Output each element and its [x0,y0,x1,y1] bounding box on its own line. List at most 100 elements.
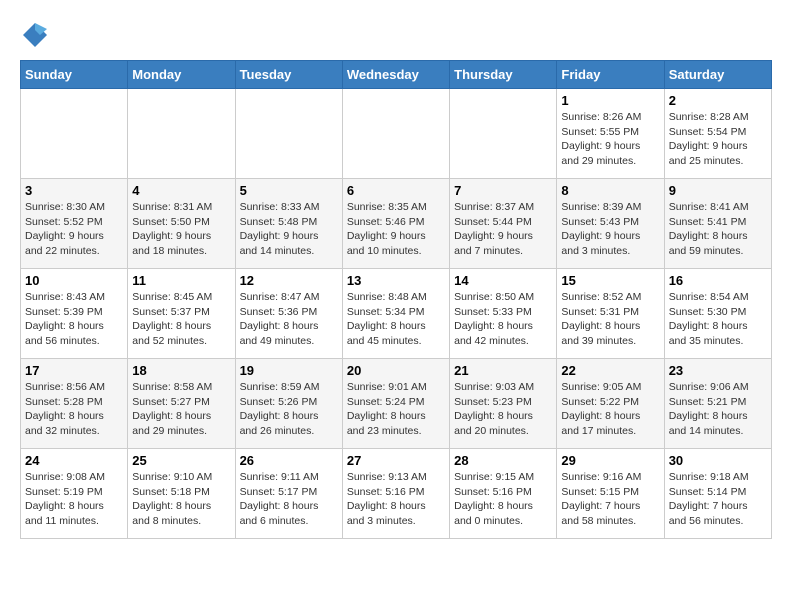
day-number: 10 [25,273,123,288]
day-number: 16 [669,273,767,288]
day-number: 20 [347,363,445,378]
day-info: Sunrise: 8:56 AMSunset: 5:28 PMDaylight:… [25,380,123,439]
calendar-cell: 4 Sunrise: 8:31 AMSunset: 5:50 PMDaylight… [128,179,235,269]
day-number: 6 [347,183,445,198]
calendar-cell: 25 Sunrise: 9:10 AMSunset: 5:18 PMDayligh… [128,449,235,539]
calendar-cell [450,89,557,179]
calendar: SundayMondayTuesdayWednesdayThursdayFrid… [20,60,772,539]
day-number: 26 [240,453,338,468]
calendar-cell: 27Sunrise: 9:13 AMSunset: 5:16 PMDayligh… [342,449,449,539]
calendar-cell: 18 Sunrise: 8:58 AMSunset: 5:27 PMDayligh… [128,359,235,449]
day-number: 28 [454,453,552,468]
day-info: Sunrise: 9:08 AMSunset: 5:19 PMDaylight:… [25,470,123,529]
weekday-header: Sunday [21,61,128,89]
calendar-cell [235,89,342,179]
calendar-cell: 15 Sunrise: 8:52 AMSunset: 5:31 PMDayligh… [557,269,664,359]
day-number: 24 [25,453,123,468]
day-number: 15 [561,273,659,288]
calendar-cell: 21Sunrise: 9:03 AMSunset: 5:23 PMDayligh… [450,359,557,449]
day-number: 12 [240,273,338,288]
calendar-cell: 28 Sunrise: 9:15 AMSunset: 5:16 PMDayligh… [450,449,557,539]
day-info: Sunrise: 9:10 AMSunset: 5:18 PMDaylight:… [132,470,230,529]
weekday-row: SundayMondayTuesdayWednesdayThursdayFrid… [21,61,772,89]
day-number: 1 [561,93,659,108]
weekday-header: Monday [128,61,235,89]
calendar-cell: 11 Sunrise: 8:45 AMSunset: 5:37 PMDayligh… [128,269,235,359]
day-number: 22 [561,363,659,378]
day-info: Sunrise: 8:43 AMSunset: 5:39 PMDaylight:… [25,290,123,349]
day-number: 14 [454,273,552,288]
logo-icon [20,20,50,50]
calendar-cell [21,89,128,179]
day-info: Sunrise: 8:39 AMSunset: 5:43 PMDaylight:… [561,200,659,259]
day-info: Sunrise: 9:15 AMSunset: 5:16 PMDaylight:… [454,470,552,529]
day-info: Sunrise: 8:58 AMSunset: 5:27 PMDaylight:… [132,380,230,439]
weekday-header: Thursday [450,61,557,89]
day-info: Sunrise: 8:52 AMSunset: 5:31 PMDaylight:… [561,290,659,349]
day-number: 18 [132,363,230,378]
calendar-cell: 12 Sunrise: 8:47 AMSunset: 5:36 PMDayligh… [235,269,342,359]
day-info: Sunrise: 8:30 AMSunset: 5:52 PMDaylight:… [25,200,123,259]
calendar-week-row: 24 Sunrise: 9:08 AMSunset: 5:19 PMDayligh… [21,449,772,539]
calendar-cell: 29 Sunrise: 9:16 AMSunset: 5:15 PMDayligh… [557,449,664,539]
weekday-header: Saturday [664,61,771,89]
day-number: 27 [347,453,445,468]
calendar-cell: 5Sunrise: 8:33 AMSunset: 5:48 PMDaylight… [235,179,342,269]
day-info: Sunrise: 9:18 AMSunset: 5:14 PMDaylight:… [669,470,767,529]
calendar-cell: 30 Sunrise: 9:18 AMSunset: 5:14 PMDayligh… [664,449,771,539]
day-number: 2 [669,93,767,108]
day-info: Sunrise: 9:16 AMSunset: 5:15 PMDaylight:… [561,470,659,529]
day-info: Sunrise: 8:48 AMSunset: 5:34 PMDaylight:… [347,290,445,349]
logo [20,20,52,50]
day-number: 17 [25,363,123,378]
weekday-header: Wednesday [342,61,449,89]
day-number: 8 [561,183,659,198]
calendar-cell: 22 Sunrise: 9:05 AMSunset: 5:22 PMDayligh… [557,359,664,449]
day-info: Sunrise: 9:11 AMSunset: 5:17 PMDaylight:… [240,470,338,529]
day-info: Sunrise: 8:45 AMSunset: 5:37 PMDaylight:… [132,290,230,349]
calendar-cell: 26 Sunrise: 9:11 AMSunset: 5:17 PMDayligh… [235,449,342,539]
day-number: 5 [240,183,338,198]
day-info: Sunrise: 9:06 AMSunset: 5:21 PMDaylight:… [669,380,767,439]
day-info: Sunrise: 8:59 AMSunset: 5:26 PMDaylight:… [240,380,338,439]
calendar-cell: 19 Sunrise: 8:59 AMSunset: 5:26 PMDayligh… [235,359,342,449]
calendar-week-row: 10 Sunrise: 8:43 AMSunset: 5:39 PMDayligh… [21,269,772,359]
calendar-cell: 23 Sunrise: 9:06 AMSunset: 5:21 PMDayligh… [664,359,771,449]
weekday-header: Tuesday [235,61,342,89]
calendar-cell: 13 Sunrise: 8:48 AMSunset: 5:34 PMDayligh… [342,269,449,359]
calendar-cell: 7 Sunrise: 8:37 AMSunset: 5:44 PMDaylight… [450,179,557,269]
day-info: Sunrise: 9:05 AMSunset: 5:22 PMDaylight:… [561,380,659,439]
day-number: 13 [347,273,445,288]
weekday-header: Friday [557,61,664,89]
calendar-cell [128,89,235,179]
day-number: 30 [669,453,767,468]
day-info: Sunrise: 8:54 AMSunset: 5:30 PMDaylight:… [669,290,767,349]
calendar-week-row: 17 Sunrise: 8:56 AMSunset: 5:28 PMDayligh… [21,359,772,449]
calendar-cell: 17 Sunrise: 8:56 AMSunset: 5:28 PMDayligh… [21,359,128,449]
day-info: Sunrise: 8:26 AMSunset: 5:55 PMDaylight:… [561,110,659,169]
day-number: 25 [132,453,230,468]
calendar-cell: 8 Sunrise: 8:39 AMSunset: 5:43 PMDaylight… [557,179,664,269]
calendar-cell: 6Sunrise: 8:35 AMSunset: 5:46 PMDaylight… [342,179,449,269]
calendar-cell: 20Sunrise: 9:01 AMSunset: 5:24 PMDayligh… [342,359,449,449]
day-number: 29 [561,453,659,468]
calendar-cell: 9 Sunrise: 8:41 AMSunset: 5:41 PMDaylight… [664,179,771,269]
day-number: 23 [669,363,767,378]
day-info: Sunrise: 8:37 AMSunset: 5:44 PMDaylight:… [454,200,552,259]
day-number: 3 [25,183,123,198]
day-number: 19 [240,363,338,378]
calendar-cell: 16 Sunrise: 8:54 AMSunset: 5:30 PMDayligh… [664,269,771,359]
day-info: Sunrise: 8:28 AMSunset: 5:54 PMDaylight:… [669,110,767,169]
calendar-cell [342,89,449,179]
day-number: 11 [132,273,230,288]
day-number: 9 [669,183,767,198]
calendar-body: 1 Sunrise: 8:26 AMSunset: 5:55 PMDaylight… [21,89,772,539]
day-number: 7 [454,183,552,198]
day-info: Sunrise: 8:47 AMSunset: 5:36 PMDaylight:… [240,290,338,349]
day-info: Sunrise: 8:31 AMSunset: 5:50 PMDaylight:… [132,200,230,259]
page-header [20,20,772,50]
day-number: 4 [132,183,230,198]
calendar-cell: 14Sunrise: 8:50 AMSunset: 5:33 PMDayligh… [450,269,557,359]
day-info: Sunrise: 8:41 AMSunset: 5:41 PMDaylight:… [669,200,767,259]
calendar-week-row: 1 Sunrise: 8:26 AMSunset: 5:55 PMDaylight… [21,89,772,179]
